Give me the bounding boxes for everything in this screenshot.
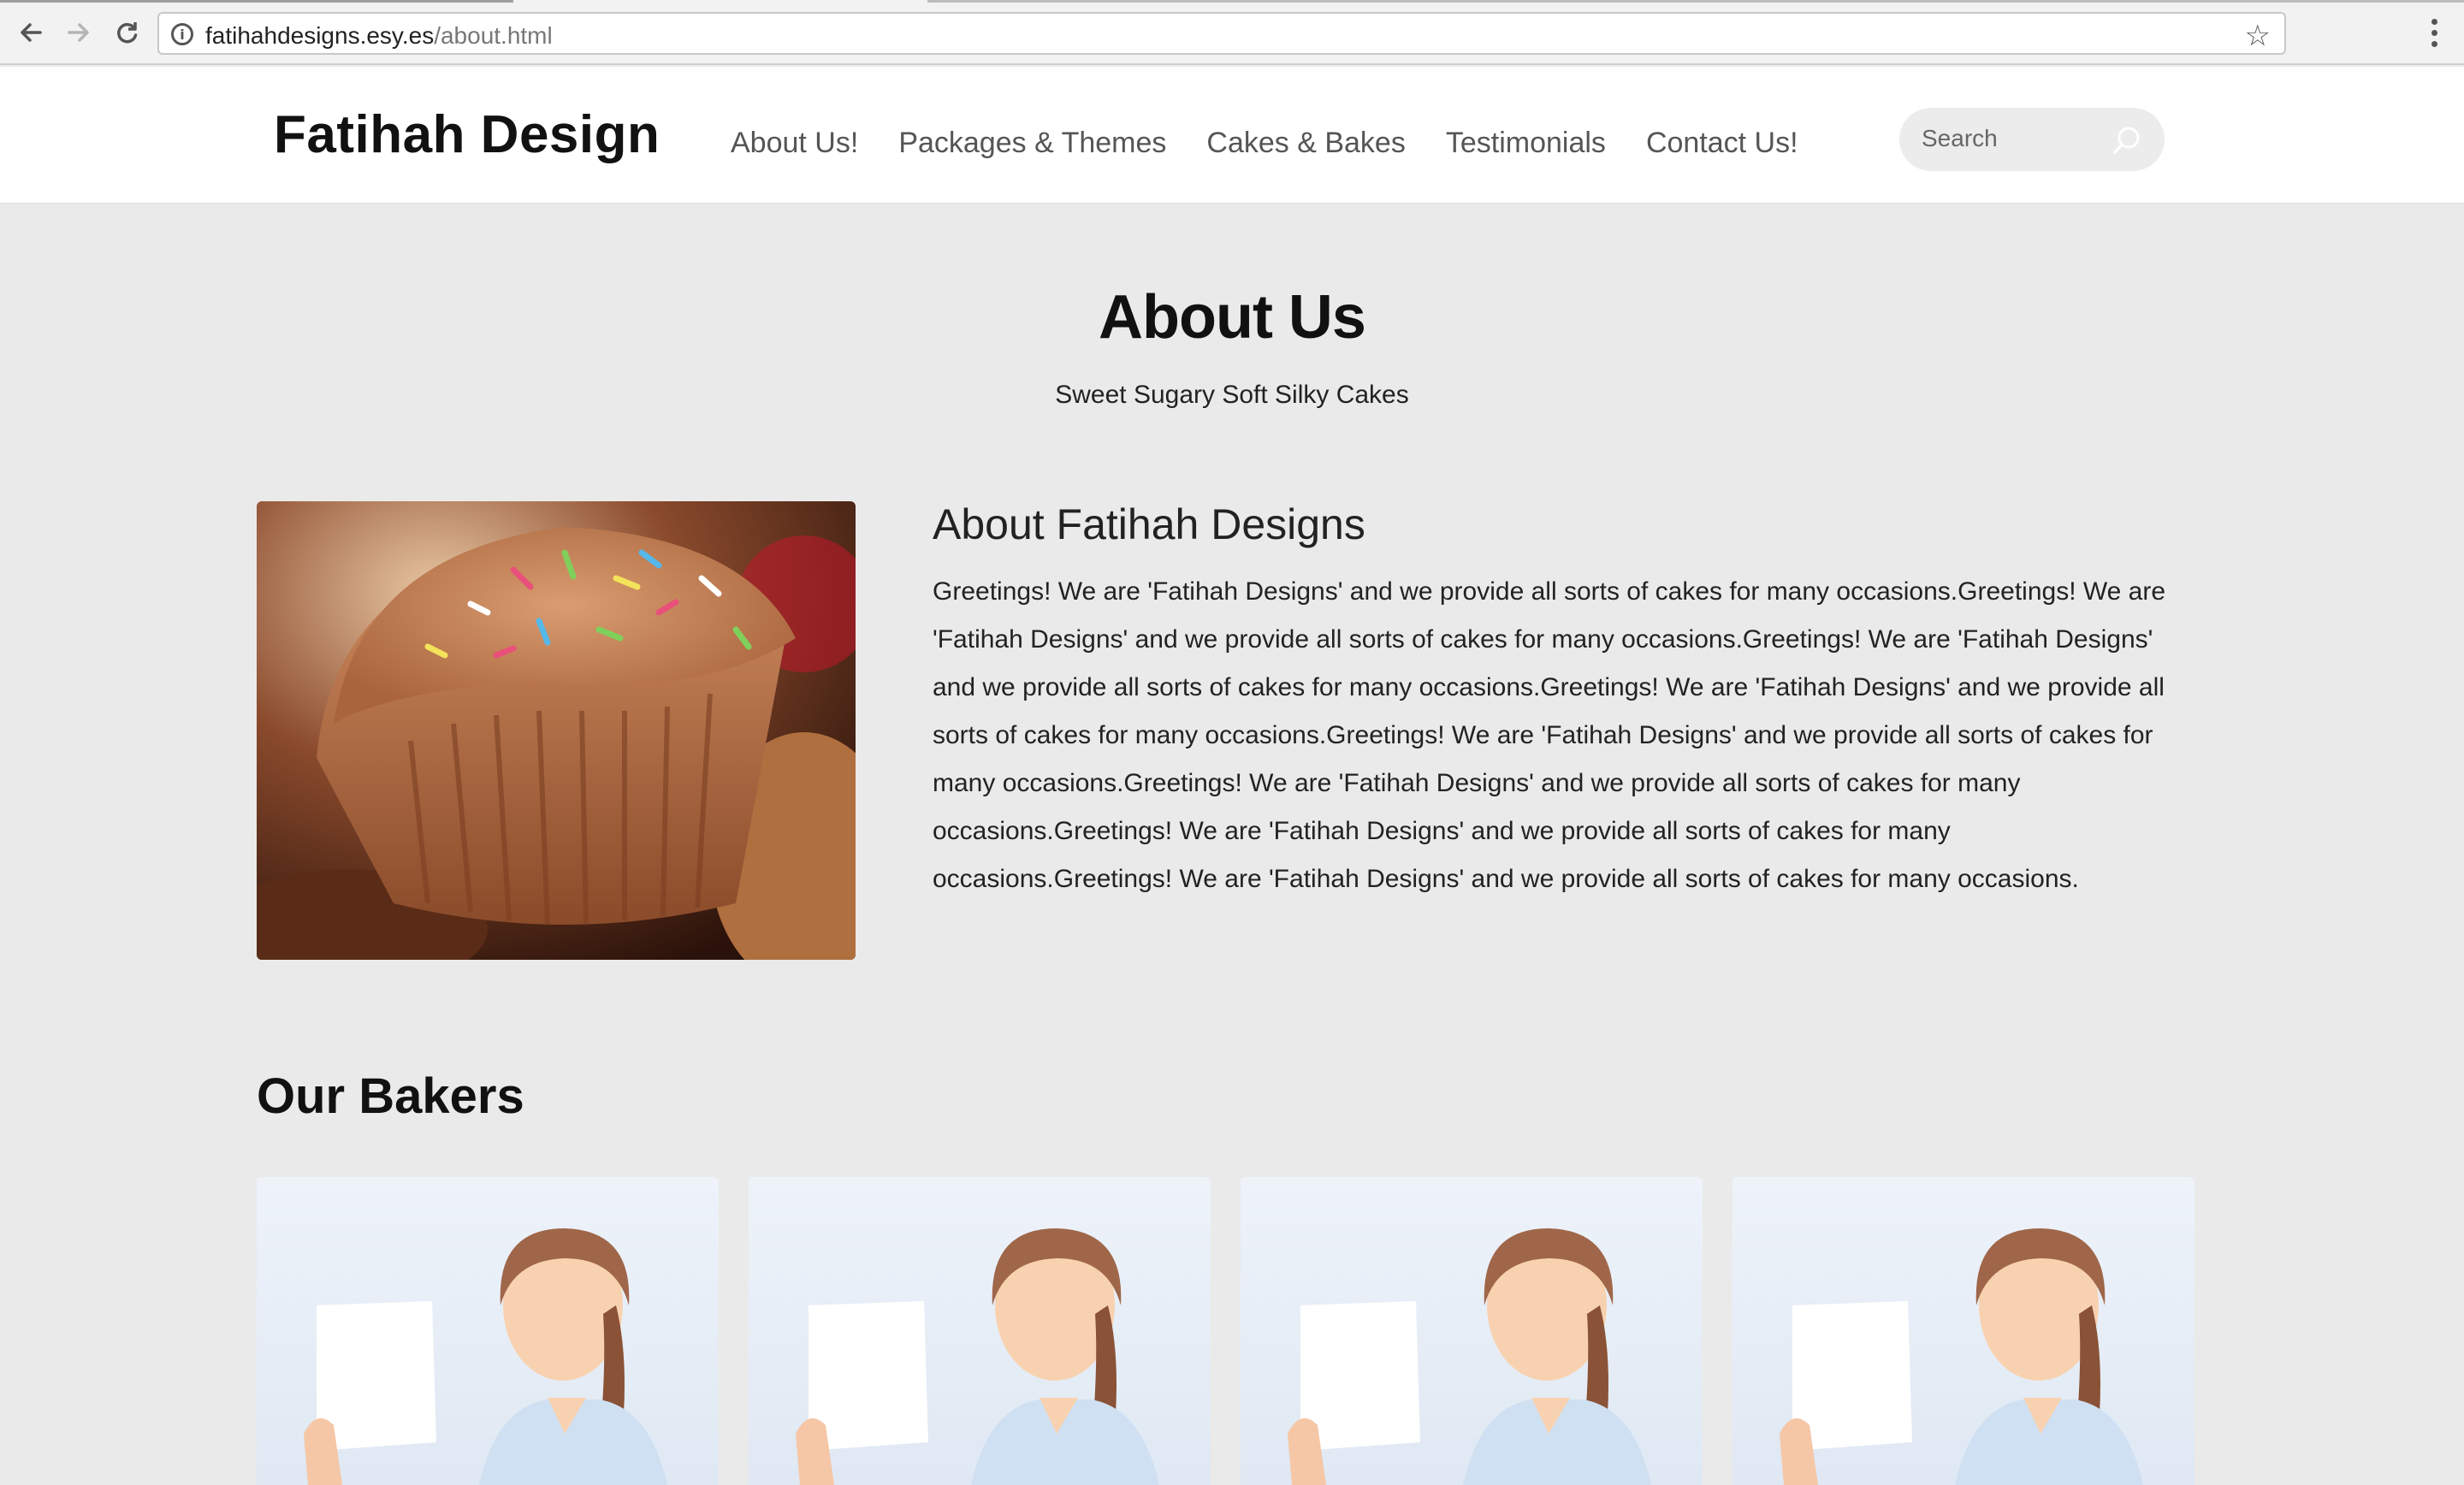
nav-about-us[interactable]: About Us!	[731, 127, 858, 160]
back-arrow-icon	[21, 23, 42, 42]
search-input[interactable]	[1922, 121, 2110, 156]
search-icon[interactable]	[2112, 125, 2142, 156]
baker-card[interactable]	[749, 1177, 1211, 1485]
baker-avatar	[796, 1228, 1159, 1485]
baker-card[interactable]	[1241, 1177, 1703, 1485]
muffin-photo	[257, 501, 856, 960]
browser-toolbar: i fatihahdesigns.esy.es/about.html ☆	[0, 0, 2464, 65]
site-logo[interactable]: Fatihah Design	[274, 104, 660, 165]
browser-menu-icon[interactable]	[2421, 12, 2447, 53]
site-header: Fatihah Design About Us! Packages & Them…	[0, 67, 2464, 204]
about-body: Greetings! We are 'Fatihah Designs' and …	[933, 577, 2166, 893]
info-icon[interactable]: i	[171, 23, 193, 45]
baker-avatar	[304, 1228, 667, 1485]
baker-avatar	[1288, 1228, 1651, 1485]
baker-avatar	[1780, 1228, 2143, 1485]
reload-icon	[117, 22, 138, 44]
url-host: fatihahdesigns.esy.es	[205, 22, 435, 49]
about-heading: About Fatihah Designs	[933, 500, 1365, 548]
baker-card[interactable]	[257, 1177, 719, 1485]
reload-button[interactable]	[106, 12, 147, 53]
forward-button[interactable]	[58, 12, 99, 53]
page-title: About Us	[1099, 283, 1366, 352]
page-subtitle: Sweet Sugary Soft Silky Cakes	[1055, 381, 1409, 409]
url-path: /about.html	[434, 22, 553, 49]
nav-contact-us[interactable]: Contact Us!	[1646, 127, 1798, 160]
bakers-heading: Our Bakers	[257, 1068, 524, 1124]
search-box	[1899, 108, 2165, 171]
url-text[interactable]: fatihahdesigns.esy.es/about.html	[205, 22, 553, 50]
forward-arrow-icon	[68, 23, 89, 42]
baker-card[interactable]	[1732, 1177, 2194, 1485]
tab-indicator	[0, 0, 513, 3]
tab-indicator	[927, 0, 2464, 3]
address-bar[interactable]: i fatihahdesigns.esy.es/about.html ☆	[157, 12, 2286, 55]
bookmark-star-icon[interactable]: ☆	[2245, 19, 2271, 53]
back-button[interactable]	[10, 12, 51, 53]
main-nav: About Us! Packages & Themes Cakes & Bake…	[731, 127, 1798, 160]
nav-packages-themes[interactable]: Packages & Themes	[898, 127, 1166, 160]
nav-cakes-bakes[interactable]: Cakes & Bakes	[1206, 127, 1405, 160]
nav-testimonials[interactable]: Testimonials	[1446, 127, 1606, 160]
